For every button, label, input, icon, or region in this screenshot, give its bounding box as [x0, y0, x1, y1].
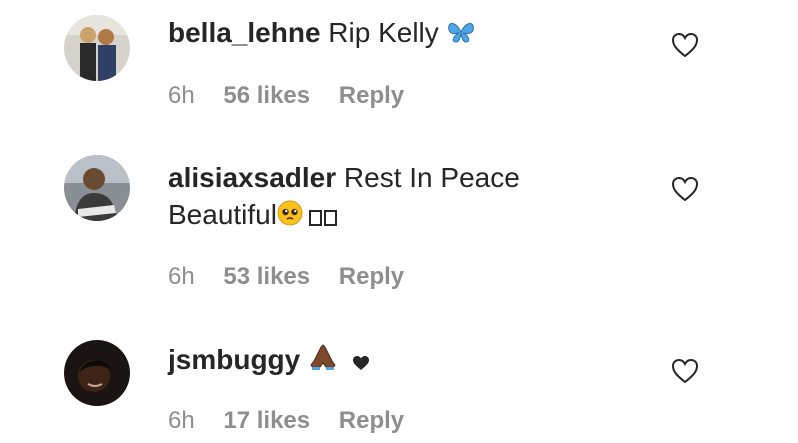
heart-icon[interactable]	[670, 31, 700, 59]
comment-text: Rip Kelly	[328, 17, 439, 48]
pleading-face-icon	[277, 198, 303, 235]
reply-button[interactable]: Reply	[339, 263, 404, 290]
comment-likes[interactable]: 56 likes	[223, 82, 310, 109]
comment-likes[interactable]: 17 likes	[223, 407, 310, 434]
comment-time: 6h	[168, 82, 195, 109]
comment-text-line2: Beautiful	[168, 199, 277, 230]
comment-likes[interactable]: 53 likes	[223, 263, 310, 290]
reply-button[interactable]: Reply	[339, 82, 404, 109]
black-heart-icon	[352, 343, 370, 380]
comment-time: 6h	[168, 407, 195, 434]
unsupported-glyph-icon	[308, 198, 339, 235]
heart-icon[interactable]	[670, 357, 700, 385]
blue-butterfly-icon	[447, 16, 475, 53]
comment-text: Rest In Peace	[343, 162, 520, 193]
avatar[interactable]	[64, 155, 130, 221]
comment-username[interactable]: bella_lehne	[168, 17, 321, 48]
heart-icon[interactable]	[670, 175, 700, 203]
comment-username[interactable]: jsmbuggy	[168, 344, 300, 375]
folded-hands-icon	[308, 343, 338, 380]
reply-button[interactable]: Reply	[339, 407, 404, 434]
avatar[interactable]	[64, 340, 130, 406]
comment-username[interactable]: alisiaxsadler	[168, 162, 336, 193]
avatar[interactable]	[64, 15, 130, 81]
comment-time: 6h	[168, 263, 195, 290]
